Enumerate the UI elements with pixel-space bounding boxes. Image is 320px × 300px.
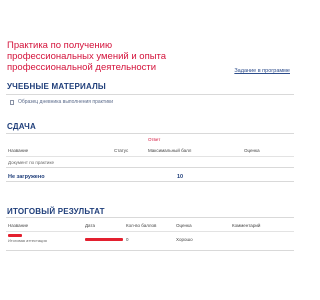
column-header: Максимальный балл [148, 148, 192, 153]
submit-row-status: Не загружено [8, 174, 45, 180]
column-header: Оценка [244, 148, 260, 153]
submit-table: Название Статус Максимальный балл Оценка… [6, 145, 294, 182]
divider [6, 181, 294, 182]
page-title: Практика по получению профессиональных у… [7, 40, 167, 73]
column-header: Название [8, 223, 29, 228]
redaction-bar [85, 238, 123, 242]
result-row-sub: Итоговая аттестация [8, 238, 47, 243]
materials-item-label: Образец дневника выполнения практики [18, 99, 113, 105]
column-header: Статус [114, 148, 129, 153]
materials-section-title: УЧЕБНЫЕ МАТЕРИАЛЫ [7, 82, 106, 91]
program-link[interactable]: Задание в программе [234, 68, 290, 74]
result-row-points: 0 [126, 237, 129, 242]
column-header: Кол-во баллов [126, 223, 157, 228]
submit-section-title: СДАЧА [7, 122, 36, 131]
divider [6, 217, 294, 218]
column-header: Оценка [176, 223, 192, 228]
page: Практика по получению профессиональных у… [0, 0, 300, 300]
result-row-grade: Хорошо [176, 237, 193, 242]
result-table-header: Название Дата Кол-во баллов Оценка Комме… [6, 220, 294, 232]
answer-link[interactable]: Ответ [148, 137, 160, 142]
column-header: Дата [85, 223, 95, 228]
submit-row-name: Документ по практике [8, 160, 54, 165]
document-icon [10, 99, 14, 105]
divider [6, 94, 294, 95]
result-section-title: ИТОГОВЫЙ РЕЗУЛЬТАТ [7, 207, 105, 216]
submit-row-extra: 10 [177, 174, 184, 180]
divider [6, 167, 294, 168]
result-row-name: Итоговая аттестация [8, 234, 47, 243]
table-row[interactable]: Итоговая аттестация 0 Хорошо [6, 232, 294, 246]
column-header: Название [8, 148, 29, 153]
result-table: Название Дата Кол-во баллов Оценка Комме… [6, 220, 294, 246]
divider [6, 250, 294, 251]
result-row-date [85, 237, 123, 242]
submit-table-header: Название Статус Максимальный балл Оценка [6, 145, 294, 157]
materials-item[interactable]: Образец дневника выполнения практики [10, 99, 113, 105]
column-header: Комментарий [232, 223, 261, 228]
redaction-bar [8, 234, 22, 237]
divider [6, 133, 294, 134]
